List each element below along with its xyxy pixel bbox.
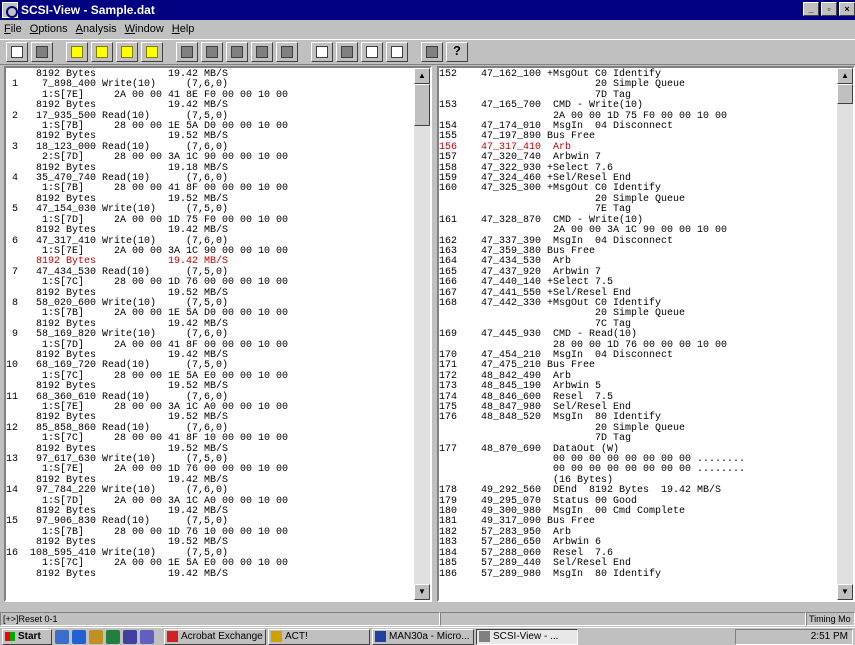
title-bar: SCSI-View - Sample.dat _ ▫ × bbox=[0, 0, 855, 20]
filter-button-2[interactable] bbox=[201, 42, 223, 62]
left-scroll-down-button[interactable]: ▼ bbox=[414, 584, 430, 600]
bus-trace-list: 152 47_162_100 +MsgOut C0 Identify 20 Si… bbox=[439, 69, 746, 580]
right-scroll-up-button[interactable]: ▲ bbox=[837, 68, 853, 84]
copy-icon bbox=[316, 46, 328, 58]
task-act[interactable]: ACT! bbox=[268, 628, 370, 645]
minimize-button[interactable]: _ bbox=[803, 2, 819, 16]
quicklaunch-desktop-icon[interactable] bbox=[55, 629, 69, 644]
filter-2-icon bbox=[206, 46, 218, 58]
tools-icon bbox=[426, 46, 438, 58]
right-scroll-down-button[interactable]: ▼ bbox=[837, 584, 853, 600]
word-icon bbox=[375, 630, 386, 642]
trace-row[interactable]: 169 47_445_930 CMD - Read(10) bbox=[439, 329, 745, 340]
menu-file[interactable]: File bbox=[4, 23, 22, 35]
capture-icon bbox=[11, 46, 23, 58]
filter-1-icon bbox=[181, 46, 193, 58]
view-1-icon bbox=[71, 46, 83, 58]
menu-help[interactable]: Help bbox=[172, 23, 195, 35]
trace-row[interactable]: 186 57_289_980 MsgIn 80 Identify bbox=[439, 569, 745, 580]
quicklaunch-outlook-icon[interactable] bbox=[89, 629, 103, 644]
help-button[interactable]: ? bbox=[446, 42, 468, 62]
restore-button[interactable]: ▫ bbox=[821, 2, 837, 16]
printer-icon bbox=[366, 46, 378, 58]
status-bar: [+>]Reset 0-1 Timing Mo bbox=[0, 612, 855, 626]
quicklaunch-app2-icon[interactable] bbox=[123, 629, 137, 644]
filter-button-5[interactable] bbox=[276, 42, 298, 62]
view-button-4[interactable] bbox=[141, 42, 163, 62]
transaction-row[interactable]: 1:S[7C] 28 00 00 1D 76 00 00 00 10 00 bbox=[6, 277, 288, 288]
app-icon bbox=[2, 2, 18, 18]
transaction-row[interactable]: 1:S[7C] 2A 00 00 1E 5A E0 00 00 10 00 bbox=[6, 558, 288, 569]
menu-analysis[interactable]: Analysis bbox=[76, 23, 117, 35]
print-button[interactable] bbox=[361, 42, 383, 62]
view-3-icon bbox=[121, 46, 133, 58]
filter-button-4[interactable] bbox=[251, 42, 273, 62]
preview-icon bbox=[391, 46, 403, 58]
filter-5-icon bbox=[281, 46, 293, 58]
filter-button-1[interactable] bbox=[176, 42, 198, 62]
view-button-1[interactable] bbox=[66, 42, 88, 62]
start-button[interactable]: Start bbox=[2, 628, 52, 645]
bus-trace-pane[interactable]: 152 47_162_100 +MsgOut C0 Identify 20 Si… bbox=[437, 66, 855, 602]
windows-flag-icon bbox=[5, 632, 15, 641]
window-title: SCSI-View - Sample.dat bbox=[21, 3, 155, 17]
left-scroll-thumb[interactable] bbox=[414, 84, 430, 126]
view-4-icon bbox=[146, 46, 158, 58]
quicklaunch-ie-icon[interactable] bbox=[72, 629, 86, 644]
trace-row[interactable]: 185 57_289_440 Sel/Resel End bbox=[439, 558, 745, 569]
task-scsi-view[interactable]: SCSI-View - ... bbox=[476, 628, 578, 645]
acrobat-icon bbox=[167, 630, 178, 642]
transaction-row[interactable]: 8192 Bytes 19.42 MB/S bbox=[6, 225, 288, 236]
quicklaunch-app-icon[interactable] bbox=[106, 629, 120, 644]
filter-4-icon bbox=[256, 46, 268, 58]
status-timing: Timing Mo bbox=[806, 612, 855, 626]
toolbar: ? bbox=[0, 39, 855, 65]
view-button-3[interactable] bbox=[116, 42, 138, 62]
view-2-icon bbox=[96, 46, 108, 58]
copy-button[interactable] bbox=[311, 42, 333, 62]
right-scroll-thumb[interactable] bbox=[837, 84, 853, 104]
left-scroll-up-button[interactable]: ▲ bbox=[414, 68, 430, 84]
filter-3-icon bbox=[231, 46, 243, 58]
task-acrobat[interactable]: Acrobat Exchange bbox=[164, 628, 266, 645]
left-scrollbar[interactable]: ▲ ▼ bbox=[414, 68, 430, 600]
grid-icon bbox=[341, 46, 353, 58]
trace-row[interactable]: 166 47_440_140 +Select 7.5 bbox=[439, 277, 745, 288]
stop-icon bbox=[36, 46, 48, 58]
task-man30a[interactable]: MAN30a - Micro... bbox=[372, 628, 474, 645]
system-tray: 2:51 PM bbox=[735, 629, 853, 645]
status-blank bbox=[440, 612, 806, 626]
status-reset: [+>]Reset 0-1 bbox=[0, 612, 440, 626]
clock: 2:51 PM bbox=[810, 631, 848, 642]
scsi-view-icon bbox=[479, 630, 490, 642]
capture-button[interactable] bbox=[6, 42, 28, 62]
quicklaunch-app3-icon[interactable] bbox=[140, 629, 154, 644]
right-scrollbar[interactable]: ▲ ▼ bbox=[837, 68, 853, 600]
transaction-list-pane[interactable]: 8192 Bytes 19.42 MB/S 1 7_898_400 Write(… bbox=[4, 66, 432, 602]
close-button[interactable]: × bbox=[839, 2, 855, 16]
stop-button[interactable] bbox=[31, 42, 53, 62]
trace-row[interactable]: 2A 00 00 3A 1C 90 00 00 10 00 bbox=[439, 225, 745, 236]
grid-button[interactable] bbox=[336, 42, 358, 62]
transaction-row[interactable]: 9 58_169_820 Write(10) (7,6,0) bbox=[6, 329, 288, 340]
view-button-2[interactable] bbox=[91, 42, 113, 62]
taskbar: Start Acrobat Exchange ACT! MAN30a - Mic… bbox=[0, 627, 855, 645]
transaction-list: 8192 Bytes 19.42 MB/S 1 7_898_400 Write(… bbox=[6, 69, 289, 580]
tools-button[interactable] bbox=[421, 42, 443, 62]
menu-window[interactable]: Window bbox=[125, 23, 164, 35]
menu-bar: File Options Analysis Window Help bbox=[0, 20, 855, 38]
menu-options[interactable]: Options bbox=[30, 23, 68, 35]
act-icon bbox=[271, 630, 282, 642]
preview-button[interactable] bbox=[386, 42, 408, 62]
question-mark-icon: ? bbox=[453, 43, 461, 58]
filter-button-3[interactable] bbox=[226, 42, 248, 62]
transaction-row[interactable]: 8192 Bytes 19.42 MB/S bbox=[6, 569, 288, 580]
